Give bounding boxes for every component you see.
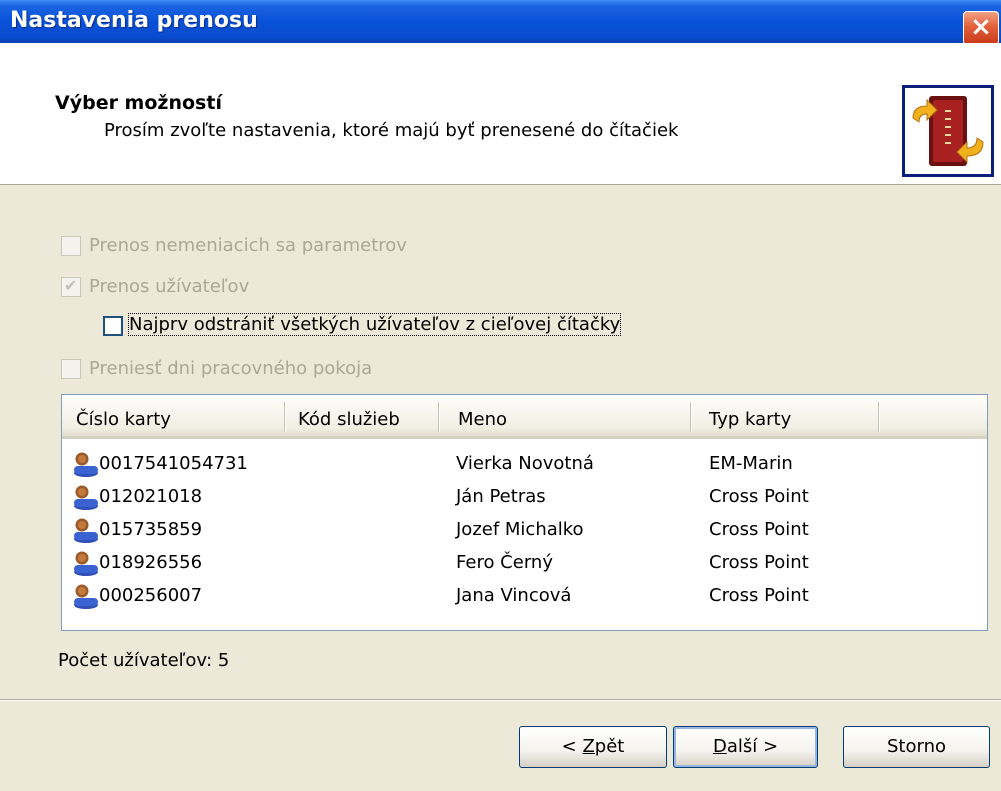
cell-card-type: Cross Point <box>709 552 809 573</box>
card-reader-transfer-icon <box>902 85 994 177</box>
table-row[interactable]: 000256007 Jana Vincová Cross Point <box>62 579 987 612</box>
users-table[interactable]: Číslo karty Kód služieb Meno Typ karty 0… <box>61 394 988 631</box>
column-header-name[interactable]: Meno <box>458 409 507 430</box>
user-count-label: Počet užívateľov: 5 <box>58 650 230 671</box>
next-button[interactable]: Další > <box>673 726 818 768</box>
cell-card-type: Cross Point <box>709 585 809 606</box>
cell-name: Vierka Novotná <box>456 453 594 474</box>
transfer-settings-dialog: Nastavenia prenosu × Výber možností Pros… <box>0 0 1001 791</box>
user-icon <box>74 485 98 510</box>
window-title: Nastavenia prenosu <box>10 8 258 33</box>
cell-name: Ján Petras <box>456 486 546 507</box>
user-icon <box>74 452 98 477</box>
option-static-params-label: Prenos nemeniacich sa parametrov <box>89 235 407 256</box>
footer-divider <box>0 699 1001 701</box>
checkbox-static-params[interactable] <box>61 236 81 256</box>
option-holidays-label: Preniesť dni pracovného pokoja <box>89 358 373 379</box>
option-remove-users-first-label[interactable]: Najprv odstrániť všetkých užívateľov z c… <box>127 313 622 336</box>
column-divider[interactable] <box>878 402 880 432</box>
table-row[interactable]: 018926556 Fero Černý Cross Point <box>62 546 987 579</box>
cell-card-number: 000256007 <box>99 585 203 606</box>
cell-card-number: 012021018 <box>99 486 203 507</box>
page-title: Výber možností <box>55 92 222 114</box>
table-row[interactable]: 012021018 Ján Petras Cross Point <box>62 480 987 513</box>
table-row[interactable]: 0017541054731 Vierka Novotná EM-Marin <box>62 447 987 480</box>
user-icon <box>74 551 98 576</box>
cell-card-type: Cross Point <box>709 486 809 507</box>
close-button[interactable]: × <box>963 11 999 45</box>
column-divider[interactable] <box>284 402 286 432</box>
column-divider[interactable] <box>690 402 692 432</box>
table-header: Číslo karty Kód služieb Meno Typ karty <box>62 395 987 439</box>
cell-card-type: Cross Point <box>709 519 809 540</box>
column-header-service-code[interactable]: Kód služieb <box>298 409 400 430</box>
cell-name: Jana Vincová <box>456 585 572 606</box>
user-icon <box>74 518 98 543</box>
cell-card-number: 0017541054731 <box>99 453 248 474</box>
back-button-accel: Z <box>582 736 595 757</box>
close-icon: × <box>970 12 992 42</box>
checkbox-transfer-users[interactable]: ✔ <box>61 276 81 297</box>
cell-card-number: 015735859 <box>99 519 203 540</box>
checkbox-remove-users-first[interactable] <box>103 316 123 336</box>
cell-card-number: 018926556 <box>99 552 203 573</box>
checkbox-holidays[interactable] <box>61 359 81 379</box>
cell-card-type: EM-Marin <box>709 453 793 474</box>
back-button[interactable]: < Zpět <box>519 726 667 768</box>
option-transfer-users-label: Prenos užívateľov <box>89 276 250 297</box>
column-header-card-type[interactable]: Typ karty <box>709 409 791 430</box>
user-icon <box>74 584 98 609</box>
checkmark-icon: ✔ <box>64 276 78 295</box>
cell-name: Fero Černý <box>456 552 553 573</box>
back-button-rest: pět <box>594 736 625 757</box>
next-button-accel: D <box>712 736 727 757</box>
title-bar[interactable]: Nastavenia prenosu × <box>0 0 1001 45</box>
next-button-rest: alší > <box>726 736 779 757</box>
cell-name: Jozef Michalko <box>456 519 584 540</box>
wizard-header <box>0 43 1001 185</box>
back-button-prefix: < <box>561 736 583 757</box>
page-subtitle: Prosím zvoľte nastavenia, ktoré majú byť… <box>104 120 679 141</box>
table-row[interactable]: 015735859 Jozef Michalko Cross Point <box>62 513 987 546</box>
column-header-card-number[interactable]: Číslo karty <box>76 409 171 430</box>
column-divider[interactable] <box>438 402 440 432</box>
cancel-button[interactable]: Storno <box>843 726 990 768</box>
